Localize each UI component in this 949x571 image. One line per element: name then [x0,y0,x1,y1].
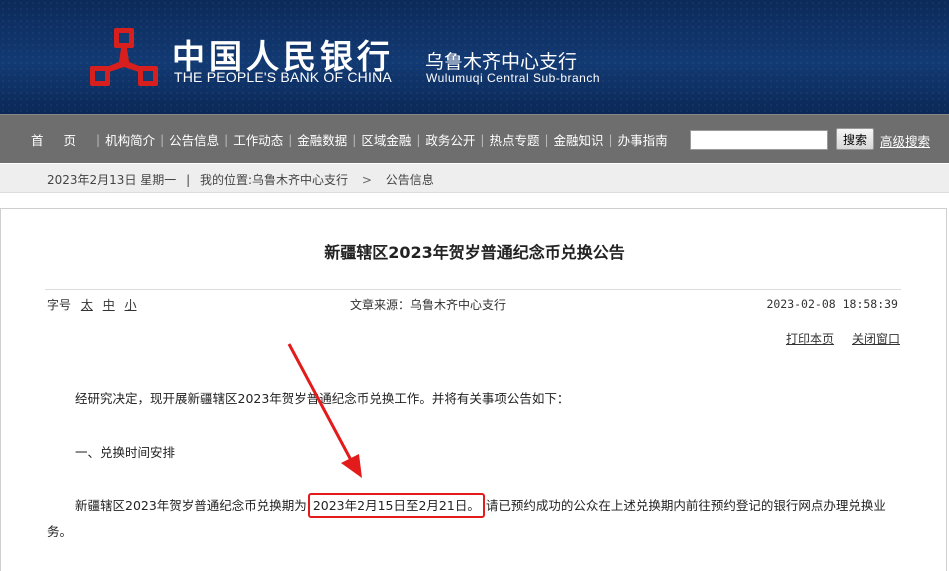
advanced-search-link[interactable]: 高级搜索 [880,131,930,150]
breadcrumb-prefix: 我的位置: [199,173,253,187]
branch-name-en: Wulumuqi Central Sub-branch [426,71,601,85]
font-size-medium[interactable]: 中 [103,298,115,312]
article-title: 新疆辖区2023年贺岁普通纪念币兑换公告 [324,243,625,262]
article-paragraph: 经研究决定，现开展新疆辖区2023年贺岁普通纪念币兑换工作。并将有关事项公告如下… [75,391,570,406]
branch-name-cn: 乌鲁木齐中心支行 [425,51,578,73]
site-header: 中国人民银行 THE PEOPLE'S BANK OF CHINA 乌鲁木齐中心… [0,0,949,114]
breadcrumb-divider: | [186,173,191,187]
nav-item-government-affairs[interactable]: 政务公开 [420,130,480,149]
article-panel: 新疆辖区2023年贺岁普通纪念币兑换公告 字号 太 中 小 文章来源：乌鲁木齐中… [0,208,947,571]
nav-item-news[interactable]: 工作动态 [228,130,288,149]
breadcrumb-branch-link[interactable]: 乌鲁木齐中心支行 [252,173,348,187]
article-source: 文章来源：乌鲁木齐中心支行 [350,298,507,312]
font-size-large[interactable]: 太 [81,298,93,312]
publish-time: 2023-02-08 18:58:39 [766,297,898,311]
breadcrumb-arrow-icon: > [361,173,372,187]
breadcrumb: 2023年2月13日 星期一 | 我的位置:乌鲁木齐中心支行 > 公告信息 [47,171,434,188]
search-input[interactable] [690,130,828,150]
brand-name-en: THE PEOPLE'S BANK OF CHINA [174,69,392,85]
nav-item-hot-topics[interactable]: 热点专题 [484,130,544,149]
current-date: 2023年2月13日 星期一 [47,173,177,187]
meta-divider [45,289,901,290]
close-window-link[interactable]: 关闭窗口 [852,330,900,347]
print-page-link[interactable]: 打印本页 [786,330,834,347]
font-size-small[interactable]: 小 [125,298,137,312]
font-size-label: 字号 [47,298,72,312]
search-button[interactable]: 搜索 [836,128,874,150]
nav-items: 首页 | 机构简介 | 公告信息 | 工作动态 | 金融数据 | 区域金融 | … [26,115,673,164]
nav-item-home[interactable]: 首页 [26,130,96,149]
nav-item-about[interactable]: 机构简介 [100,130,160,149]
pboc-logo-icon [90,28,158,86]
nav-item-financial-data[interactable]: 金融数据 [292,130,352,149]
breadcrumb-bar: 2023年2月13日 星期一 | 我的位置:乌鲁木齐中心支行 > 公告信息 [0,164,949,193]
nav-item-announcements[interactable]: 公告信息 [164,130,224,149]
paragraph-text: 新疆辖区2023年贺岁普通纪念币兑换期为 [75,498,307,513]
article-paragraph: 新疆辖区2023年贺岁普通纪念币兑换期为 2023年2月15日至2月21日。 请已预… [47,493,902,545]
article-section-heading: 一、兑换时间安排 [75,445,176,460]
font-size-control: 字号 太 中 小 [47,296,137,313]
highlight-box: 2023年2月15日至2月21日。 [307,493,485,518]
breadcrumb-section-link[interactable]: 公告信息 [386,173,434,187]
nav-item-financial-knowledge[interactable]: 金融知识 [549,130,609,149]
nav-item-regional-finance[interactable]: 区域金融 [356,130,416,149]
nav-item-service-guide[interactable]: 办事指南 [613,130,673,149]
